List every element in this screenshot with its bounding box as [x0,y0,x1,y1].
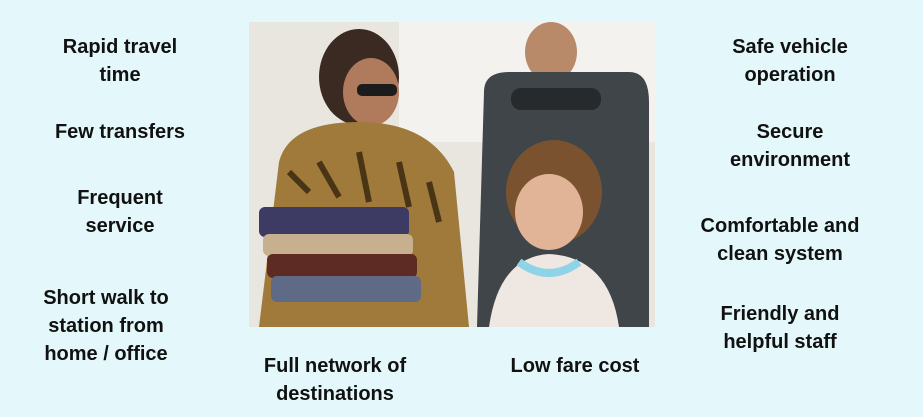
label-short-walk: Short walk to station from home / office [43,287,169,365]
label-full-network: Full network of destinations [263,355,407,405]
photo-illustration [249,22,655,327]
photo-book-2 [263,234,413,256]
label-rapid-travel-time: Rapid travel time [62,36,178,86]
photo-book-3 [267,254,417,278]
label-safe-vehicle-operation: Safe vehicle operation [732,36,848,86]
label-secure-environment: Secure environment [729,121,851,171]
label-few-transfers: Few transfers [54,121,186,143]
label-friendly-helpful-staff: Friendly and helpful staff [720,303,840,353]
label-comfortable-clean-system: Comfortable and clean system [700,215,860,265]
photo-child-face [515,174,583,250]
photo-woman-sunglasses [357,84,397,96]
label-low-fare-cost: Low fare cost [510,355,640,377]
label-frequent-service: Frequent service [77,187,163,237]
photo-seat-handle [511,88,601,110]
photo-book-4 [271,276,421,302]
bus-passengers-photo [249,22,655,327]
photo-book-1 [259,207,409,237]
